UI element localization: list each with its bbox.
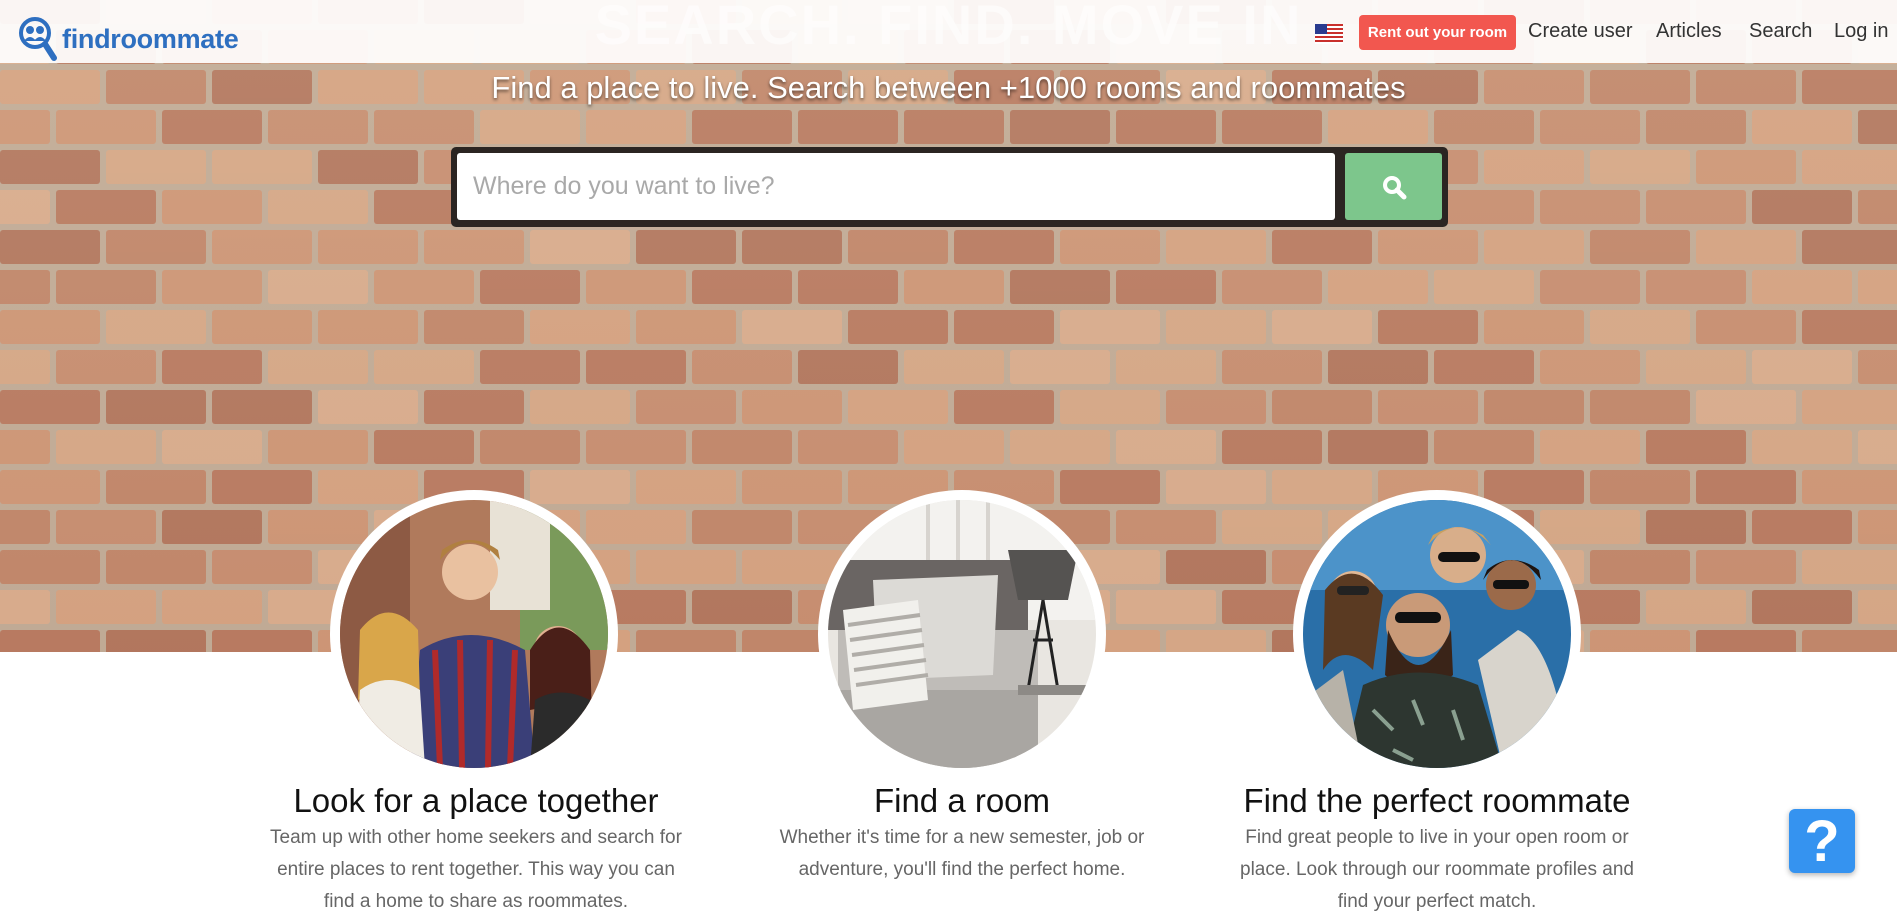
help-button[interactable]: ? (1789, 808, 1855, 874)
us-flag-icon[interactable] (1315, 24, 1343, 44)
nav-create-user[interactable]: Create user (1528, 20, 1633, 43)
hero-subtitle: Find a place to live. Search between +10… (491, 70, 1406, 105)
search-button[interactable] (1345, 153, 1442, 220)
nav-log-in[interactable]: Log in (1834, 20, 1889, 43)
feature-text-roommate: Find great people to live in your open r… (1240, 827, 1634, 912)
nav-articles[interactable]: Articles (1656, 20, 1722, 43)
top-navbar: SEARCH. FIND. MOVE IN findroommate Rent … (0, 0, 1897, 63)
feature-title-room: Find a room (873, 782, 1051, 819)
logo[interactable]: findroommate (18, 16, 239, 62)
bedroom-photo (828, 500, 1096, 768)
feature-text-room: Whether it's time for a new semester, jo… (779, 827, 1145, 880)
rent-out-room-button[interactable]: Rent out your room (1359, 15, 1516, 50)
feature-text-together: Team up with other home seekers and sear… (270, 827, 682, 912)
page: SEARCH. FIND. MOVE IN findroommate Rent … (0, 0, 1897, 917)
search-input[interactable] (457, 153, 1335, 220)
magnifier-people-icon (19, 17, 57, 61)
feature-title-roommate: Find the perfect roommate (1243, 782, 1631, 819)
feature-image-together (330, 490, 618, 778)
feature-image-room (818, 490, 1106, 778)
search-bar (451, 147, 1448, 227)
feature-title-together: Look for a place together (293, 782, 659, 819)
help-icon: ? (1804, 808, 1840, 874)
friends-photo (340, 500, 608, 768)
feature-image-roommate (1293, 490, 1581, 778)
brand-name: findroommate (62, 23, 239, 54)
search-icon (1382, 175, 1406, 199)
nav-search[interactable]: Search (1749, 20, 1812, 43)
group-selfie-photo (1303, 500, 1571, 768)
